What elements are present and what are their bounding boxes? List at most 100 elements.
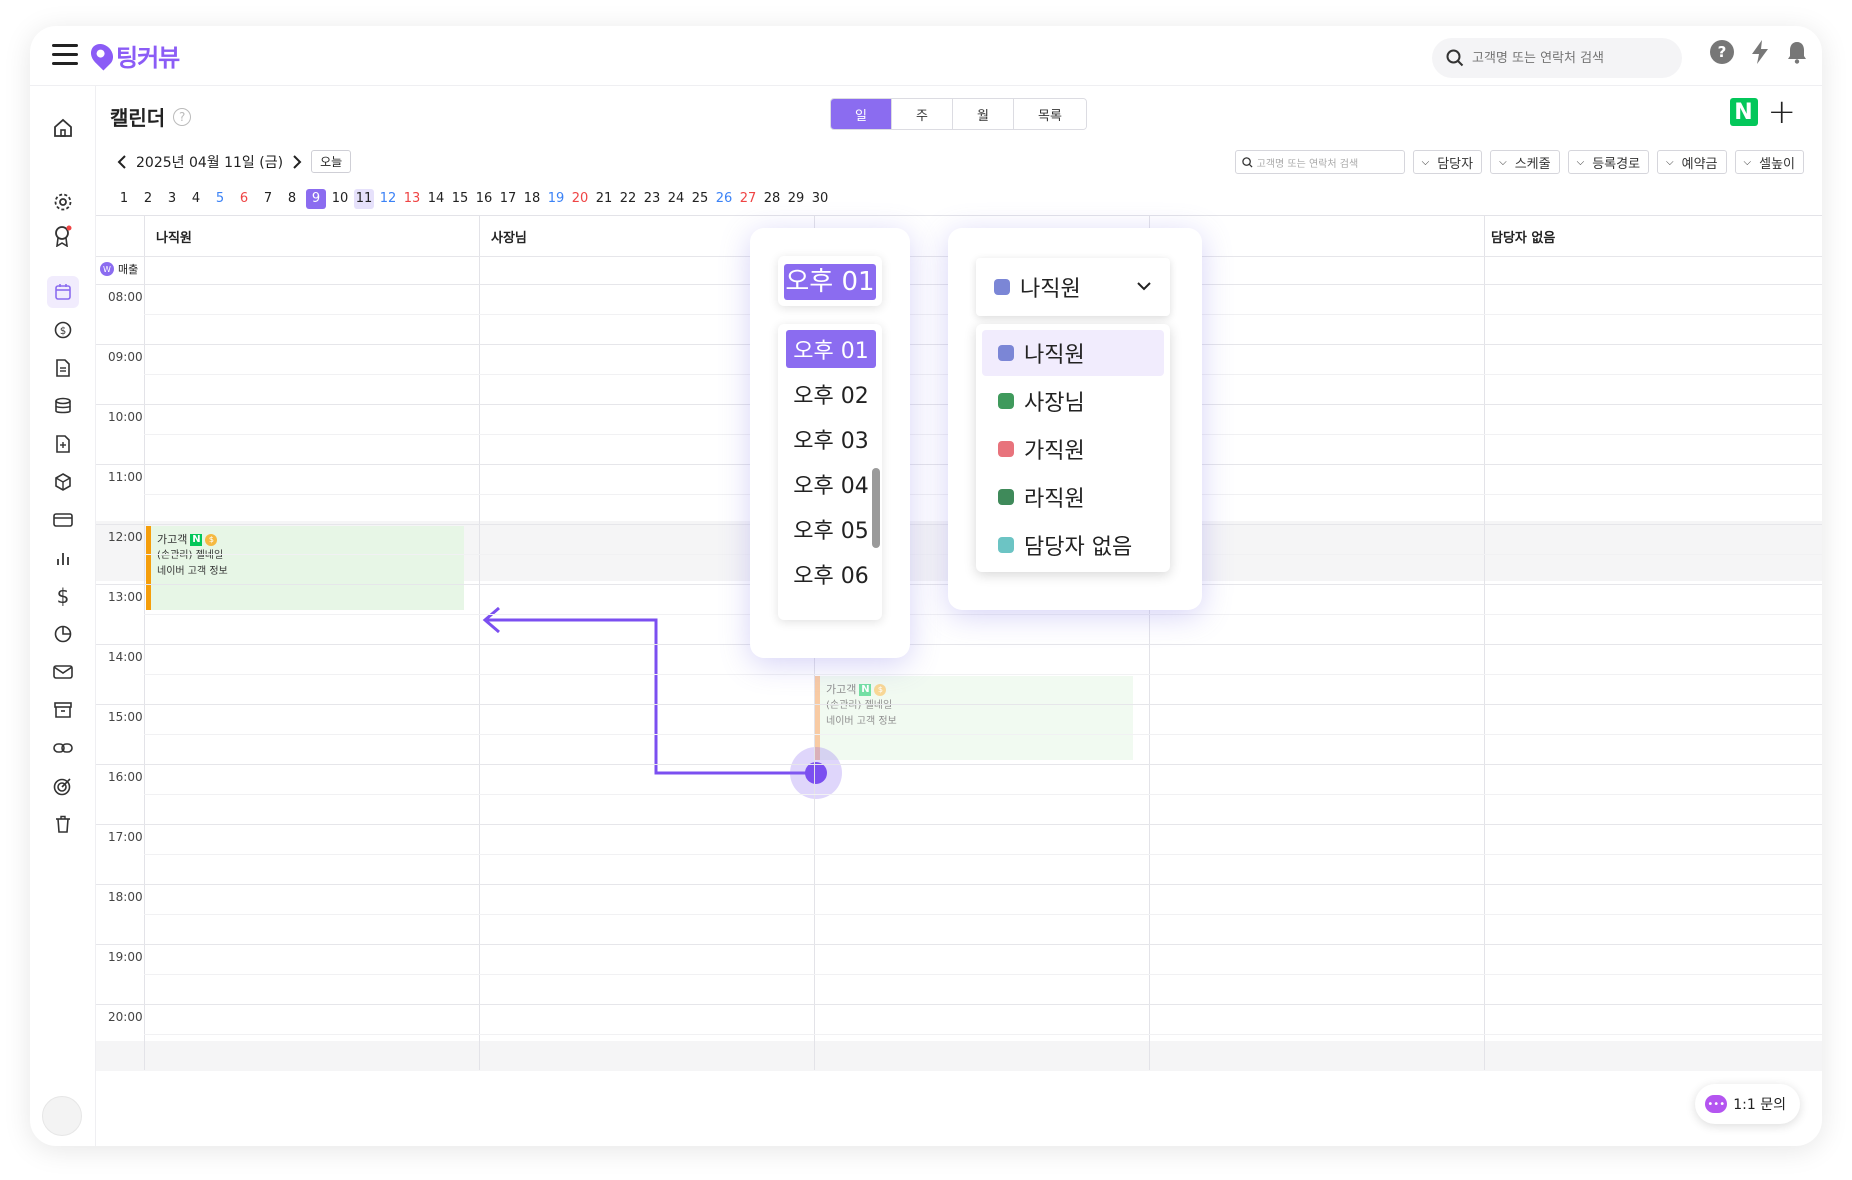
time-option[interactable]: 오후 02 — [786, 375, 876, 413]
day-number[interactable]: 10 — [328, 189, 352, 209]
today-button[interactable]: 오늘 — [311, 150, 352, 173]
tab-week[interactable]: 주 — [892, 99, 953, 129]
time-picker-current[interactable]: 오후 01 — [784, 264, 876, 300]
day-number[interactable]: 23 — [640, 189, 664, 209]
day-number[interactable]: 19 — [544, 189, 568, 209]
search-icon — [1241, 156, 1253, 168]
logo[interactable]: 팅커뷰 — [86, 39, 180, 72]
filter-search[interactable]: 고객명 또는 연락처 검색 — [1234, 150, 1405, 174]
staff-option[interactable]: 나직원 — [982, 330, 1164, 376]
day-number[interactable]: 14 — [424, 189, 448, 209]
inquiry-button[interactable]: ••• 1:1 문의 — [1695, 1084, 1800, 1124]
day-number[interactable]: 17 — [496, 189, 520, 209]
naver-icon[interactable]: N — [1729, 98, 1758, 126]
staff-option-label: 나직원 — [1024, 343, 1085, 368]
time-label: 17:00 — [108, 830, 143, 844]
inquiry-label: 1:1 문의 — [1733, 1097, 1786, 1113]
day-number[interactable]: 5 — [208, 189, 232, 209]
day-number[interactable]: 25 — [688, 189, 712, 209]
day-number[interactable]: 26 — [712, 189, 736, 209]
tab-day[interactable]: 일 — [831, 99, 892, 129]
drag-cursor-icon[interactable] — [805, 762, 827, 784]
coin-icon[interactable]: $ — [47, 314, 79, 346]
day-number[interactable]: 21 — [592, 189, 616, 209]
day-strip: 1 2 3 4 5 6 7 8 9 10 11 12 13 14 15 16 17 18 19 20 21 22 23 24 2… — [112, 189, 832, 209]
time-picker-current-box[interactable]: 오후 01 — [778, 256, 882, 306]
staff-option-label: 라직원 — [1024, 487, 1085, 512]
staff-option[interactable]: 사장님 — [982, 378, 1164, 424]
day-number[interactable]: 30 — [808, 189, 832, 209]
box-icon[interactable] — [47, 466, 79, 498]
chevron-right-icon[interactable] — [291, 154, 303, 170]
day-number[interactable]: 6 — [232, 189, 256, 209]
filter-schedule-button[interactable]: ⌵ 스케줄 — [1490, 150, 1560, 174]
staff-color-swatch — [998, 393, 1014, 409]
day-number[interactable]: 16 — [472, 189, 496, 209]
link-icon[interactable] — [47, 732, 79, 764]
lightning-icon[interactable] — [1750, 40, 1770, 64]
time-option[interactable]: 오후 01 — [786, 330, 876, 368]
gear-icon[interactable] — [47, 186, 79, 218]
day-number[interactable]: 9 — [306, 189, 326, 209]
mail-icon[interactable] — [47, 656, 79, 688]
day-number[interactable]: 2 — [136, 189, 160, 209]
day-number[interactable]: 1 — [112, 189, 136, 209]
time-option[interactable]: 오후 05 — [786, 510, 876, 548]
day-number[interactable]: 7 — [256, 189, 280, 209]
day-number[interactable]: 24 — [664, 189, 688, 209]
tab-month[interactable]: 월 — [953, 99, 1014, 129]
chevron-down-icon: ⌵ — [1666, 156, 1674, 168]
global-search[interactable] — [1432, 38, 1682, 78]
award-icon[interactable] — [47, 220, 79, 252]
bar-chart-icon[interactable] — [47, 542, 79, 574]
day-number[interactable]: 11 — [354, 189, 374, 209]
dollar-icon[interactable]: $ — [47, 580, 79, 612]
database-icon[interactable] — [47, 390, 79, 422]
add-icon[interactable]: + — [1768, 95, 1797, 129]
archive-icon[interactable] — [47, 694, 79, 726]
help-icon[interactable]: ? — [1710, 40, 1734, 64]
day-number[interactable]: 15 — [448, 189, 472, 209]
time-option[interactable]: 오후 03 — [786, 420, 876, 458]
half-hour-line — [144, 614, 1822, 615]
day-number[interactable]: 20 — [568, 189, 592, 209]
day-number[interactable]: 3 — [160, 189, 184, 209]
staff-option[interactable]: 담당자 없음 — [982, 522, 1164, 568]
filter-source-button[interactable]: ⌵ 등록경로 — [1567, 150, 1650, 174]
target-icon[interactable] — [47, 770, 79, 802]
day-number[interactable]: 12 — [376, 189, 400, 209]
time-option[interactable]: 오후 04 — [786, 465, 876, 503]
time-picker-panel: 오후 01 오후 01 오후 02 오후 03 오후 04 오후 05 오후 0… — [750, 228, 910, 658]
day-number[interactable]: 8 — [280, 189, 304, 209]
bell-icon[interactable] — [1786, 40, 1808, 64]
home-icon[interactable] — [47, 112, 79, 144]
filter-cell-height-button[interactable]: ⌵ 셀높이 — [1734, 150, 1804, 174]
menu-icon[interactable] — [52, 44, 78, 66]
calendar-icon[interactable] — [47, 276, 79, 308]
day-number[interactable]: 28 — [760, 189, 784, 209]
global-search-input[interactable] — [1472, 50, 1662, 66]
time-picker-scrollbar[interactable] — [872, 468, 880, 548]
tab-list[interactable]: 목록 — [1014, 99, 1086, 129]
staff-dropdown-trigger[interactable]: 나직원 — [976, 258, 1170, 316]
chevron-left-icon[interactable] — [116, 154, 128, 170]
card-icon[interactable] — [47, 504, 79, 536]
pie-chart-icon[interactable] — [47, 618, 79, 650]
avatar[interactable] — [42, 1096, 82, 1136]
filter-deposit-button[interactable]: ⌵ 예약금 — [1657, 150, 1727, 174]
staff-option[interactable]: 라직원 — [982, 474, 1164, 520]
help-circle-icon[interactable]: ? — [173, 107, 192, 126]
day-number[interactable]: 27 — [736, 189, 760, 209]
time-option[interactable]: 오후 06 — [786, 555, 876, 593]
hour-line — [96, 764, 1822, 765]
filter-staff-button[interactable]: ⌵ 담당자 — [1412, 150, 1483, 174]
day-number[interactable]: 29 — [784, 189, 808, 209]
day-number[interactable]: 4 — [184, 189, 208, 209]
day-number[interactable]: 22 — [616, 189, 640, 209]
document-icon[interactable] — [47, 352, 79, 384]
day-number[interactable]: 18 — [520, 189, 544, 209]
day-number[interactable]: 13 — [400, 189, 424, 209]
file-plus-icon[interactable] — [47, 428, 79, 460]
trash-icon[interactable] — [47, 808, 79, 840]
staff-option[interactable]: 가직원 — [982, 426, 1164, 472]
